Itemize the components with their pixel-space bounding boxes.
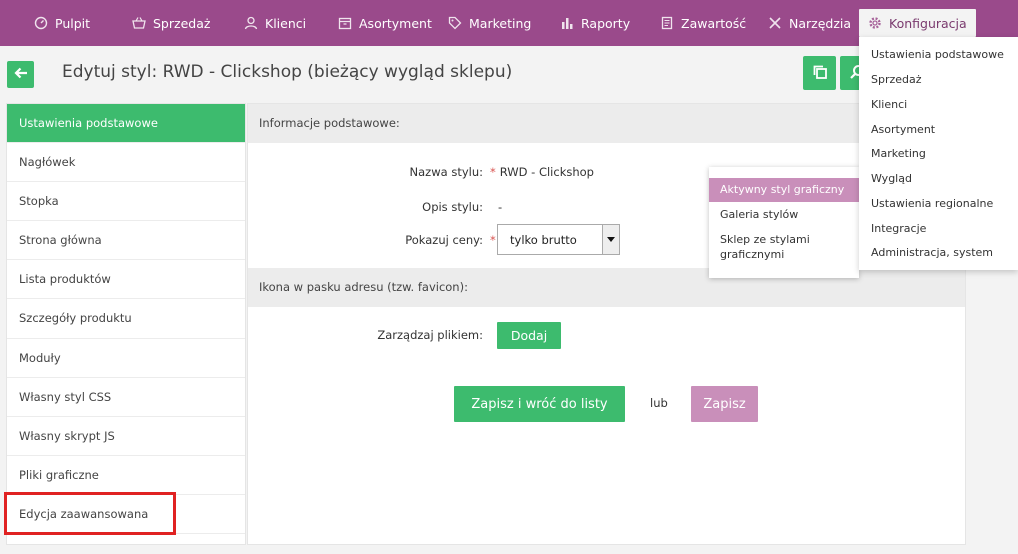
config-item-sprzedaz[interactable]: Sprzedaż xyxy=(871,73,922,86)
nav-item-pulpit[interactable]: Pulpit xyxy=(34,0,90,46)
required-marker: * xyxy=(490,165,496,179)
style-description-value: - xyxy=(498,200,503,214)
page-title: Edytuj styl: RWD - Clickshop (bieżący wy… xyxy=(62,62,513,82)
tag-icon xyxy=(448,16,462,30)
copy-button[interactable] xyxy=(803,56,836,90)
nav-label: Raporty xyxy=(581,15,631,31)
config-item-integracje[interactable]: Integracje xyxy=(871,222,926,235)
nav-item-narzedzia[interactable]: Narzędzia xyxy=(768,0,851,46)
config-item-klienci[interactable]: Klienci xyxy=(871,98,907,111)
nav-label: Marketing xyxy=(469,15,532,31)
submenu-item-style-gallery[interactable]: Galeria stylów xyxy=(709,207,859,222)
sidebar-item-pliki-graficzne[interactable]: Pliki graficzne xyxy=(7,456,245,495)
section-header-basic: Informacje podstawowe: xyxy=(248,104,965,143)
nav-label: Pulpit xyxy=(55,15,91,31)
config-item-ustawienia-regionalne[interactable]: Ustawienia regionalne xyxy=(871,197,993,210)
nav-item-sprzedaz[interactable]: Sprzedaż xyxy=(132,0,210,46)
nav-item-marketing[interactable]: Marketing xyxy=(448,0,531,46)
config-item-wyglad[interactable]: Wygląd xyxy=(871,172,912,185)
nav-label: Konfiguracja xyxy=(889,15,967,31)
nav-item-asortyment[interactable]: Asortyment xyxy=(338,0,432,46)
configuration-dropdown: Ustawienia podstawowe Sprzedaż Klienci A… xyxy=(859,37,1018,270)
save-and-return-button[interactable]: Zapisz i wróć do listy xyxy=(454,386,625,422)
config-item-marketing[interactable]: Marketing xyxy=(871,147,926,160)
arrow-left-icon xyxy=(13,67,28,82)
back-button[interactable] xyxy=(7,61,34,88)
sidebar-item-naglowek[interactable]: Nagłówek xyxy=(7,143,245,183)
bar-chart-icon xyxy=(560,16,574,30)
style-settings-sidebar: Ustawienia podstawowe Nagłówek Stopka St… xyxy=(6,103,246,545)
add-file-button[interactable]: Dodaj xyxy=(497,322,561,349)
copy-icon xyxy=(812,64,828,83)
nav-label: Narzędzia xyxy=(789,15,852,31)
style-name-label: Nazwa stylu: xyxy=(409,165,483,179)
submenu-item-active-style[interactable]: Aktywny styl graficzny xyxy=(709,178,859,202)
manage-file-label: Zarządzaj plikiem: xyxy=(377,328,483,342)
nav-item-zawartosc[interactable]: Zawartość xyxy=(660,0,746,46)
nav-label: Asortyment xyxy=(359,15,432,31)
nav-label: Zawartość xyxy=(681,15,747,31)
sidebar-item-szczegoly-produktu[interactable]: Szczegóły produktu xyxy=(7,299,245,339)
sidebar-item-stopka[interactable]: Stopka xyxy=(7,182,245,222)
style-description-label: Opis stylu: xyxy=(422,200,483,214)
sidebar-item-moduly[interactable]: Moduły xyxy=(7,339,245,378)
users-icon xyxy=(244,16,258,30)
show-prices-label: Pokazuj ceny: xyxy=(405,233,483,247)
show-prices-select[interactable]: tylko brutto xyxy=(497,224,620,255)
or-text: lub xyxy=(650,396,668,410)
basket-icon xyxy=(132,16,146,30)
sidebar-item-wlasny-styl-css[interactable]: Własny styl CSS xyxy=(7,378,245,417)
sidebar-item-strona-glowna[interactable]: Strona główna xyxy=(7,221,245,261)
box-icon xyxy=(338,16,352,30)
gear-icon xyxy=(868,16,882,30)
nav-item-konfiguracja[interactable]: Konfiguracja xyxy=(859,9,976,37)
highlight-annotation xyxy=(4,492,176,535)
tools-icon xyxy=(768,16,782,30)
dashboard-icon xyxy=(34,16,48,30)
nav-item-klienci[interactable]: Klienci xyxy=(244,0,306,46)
sidebar-item-wlasny-skrypt-js[interactable]: Własny skrypt JS xyxy=(7,417,245,456)
submenu-item-style-shop[interactable]: Sklep ze stylami graficznymi xyxy=(709,232,829,262)
save-button[interactable]: Zapisz xyxy=(691,386,758,422)
document-icon xyxy=(660,16,674,30)
style-submenu: Aktywny styl graficzny Galeria stylów Sk… xyxy=(709,167,859,278)
sidebar-item-lista-produktow[interactable]: Lista produktów xyxy=(7,260,245,300)
nav-label: Sprzedaż xyxy=(153,15,211,31)
nav-item-raporty[interactable]: Raporty xyxy=(560,0,630,46)
config-item-administracja-system[interactable]: Administracja, system xyxy=(871,246,993,259)
config-item-ustawienia-podstawowe[interactable]: Ustawienia podstawowe xyxy=(871,48,1004,61)
sidebar-item-ustawienia-podstawowe[interactable]: Ustawienia podstawowe xyxy=(7,104,245,144)
show-prices-value: tylko brutto xyxy=(510,233,577,247)
style-name-value: * RWD - Clickshop xyxy=(490,165,594,179)
nav-label: Klienci xyxy=(265,15,307,31)
config-item-asortyment[interactable]: Asortyment xyxy=(871,123,935,136)
dropdown-arrow-icon xyxy=(602,225,619,254)
